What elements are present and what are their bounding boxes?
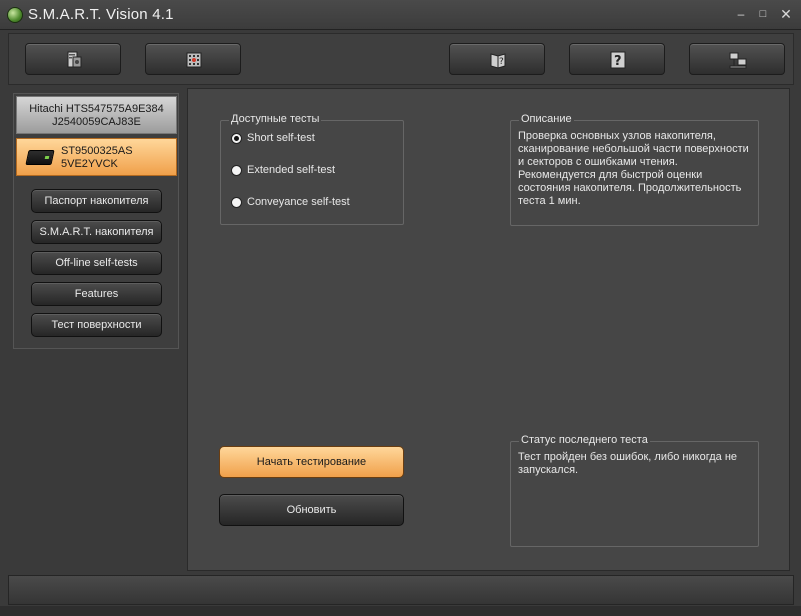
conveyance-self-test-option[interactable]: Conveyance self-test (231, 195, 350, 209)
drive-navigation-panel: Hitachi HTS547575A9E384 J2540059CAJ83E S… (13, 93, 179, 349)
option-label: Extended self-test (247, 164, 336, 176)
hard-drive-icon (25, 150, 55, 165)
self-tests-panel: Доступные тесты Short self-test Extended… (187, 88, 790, 571)
toolbar-help-button[interactable]: ? (569, 43, 665, 75)
toolbar: ? ? (8, 33, 794, 85)
description-legend: Описание (519, 113, 574, 125)
chip-icon (186, 52, 202, 68)
drive-serial: 5VE2YVCK (61, 158, 118, 170)
radio-button[interactable] (231, 132, 242, 144)
drive-model: ST9500325AS (61, 145, 133, 157)
maximize-button[interactable]: □ (754, 6, 772, 22)
nav-smart-button[interactable]: S.M.A.R.T. накопителя (31, 220, 162, 244)
available-tests-group: Доступные тесты Short self-test Extended… (220, 113, 404, 225)
option-label: Short self-test (247, 132, 315, 144)
nav-offline-self-tests-button[interactable]: Off-line self-tests (31, 251, 162, 275)
drive-item-hitachi[interactable]: Hitachi HTS547575A9E384 J2540059CAJ83E (16, 96, 177, 134)
status-bar (8, 575, 794, 605)
description-text: Проверка основных узлов накопителя, скан… (518, 130, 749, 207)
toolbar-chip-button[interactable] (145, 43, 241, 75)
network-icon (729, 52, 747, 69)
description-group: Описание Проверка основных узлов накопит… (510, 113, 759, 226)
toolbar-drive-info-button[interactable] (25, 43, 121, 75)
drive-model: Hitachi HTS547575A9E384 (29, 103, 164, 115)
svg-text:?: ? (614, 54, 622, 69)
available-tests-legend: Доступные тесты (229, 113, 322, 125)
drive-item-seagate[interactable]: ST9500325AS 5VE2YVCK (16, 138, 177, 176)
extended-self-test-option[interactable]: Extended self-test (231, 163, 335, 177)
nav-drive-passport-button[interactable]: Паспорт накопителя (31, 189, 162, 213)
nav-features-button[interactable]: Features (31, 282, 162, 306)
window-title: S.M.A.R.T. Vision 4.1 (28, 6, 174, 23)
last-test-status-group: Статус последнего теста Тест пройден без… (510, 434, 759, 547)
option-label: Conveyance self-test (247, 196, 350, 208)
radio-button[interactable] (231, 196, 242, 208)
drive-serial: J2540059CAJ83E (52, 116, 141, 128)
close-button[interactable]: ✕ (777, 6, 795, 22)
left-panel-background (13, 349, 179, 571)
disk-drive-icon (67, 51, 82, 68)
minimize-button[interactable]: – (732, 6, 750, 22)
question-icon: ? (610, 51, 626, 69)
last-test-status-legend: Статус последнего теста (519, 434, 650, 446)
svg-text:?: ? (499, 57, 504, 67)
window-bottom-edge (0, 606, 801, 616)
refresh-button[interactable]: Обновить (219, 494, 404, 526)
toolbar-help-book-button[interactable]: ? (449, 43, 545, 75)
nav-surface-test-button[interactable]: Тест поверхности (31, 313, 162, 337)
title-bar: S.M.A.R.T. Vision 4.1 – □ ✕ (0, 0, 801, 30)
toolbar-network-button[interactable] (689, 43, 785, 75)
app-logo-icon (7, 7, 23, 23)
radio-button[interactable] (231, 164, 242, 176)
short-self-test-option[interactable]: Short self-test (231, 131, 315, 145)
help-book-icon: ? (490, 53, 506, 69)
start-test-button[interactable]: Начать тестирование (219, 446, 404, 478)
last-test-status-text: Тест пройден без ошибок, либо никогда не… (518, 451, 738, 476)
